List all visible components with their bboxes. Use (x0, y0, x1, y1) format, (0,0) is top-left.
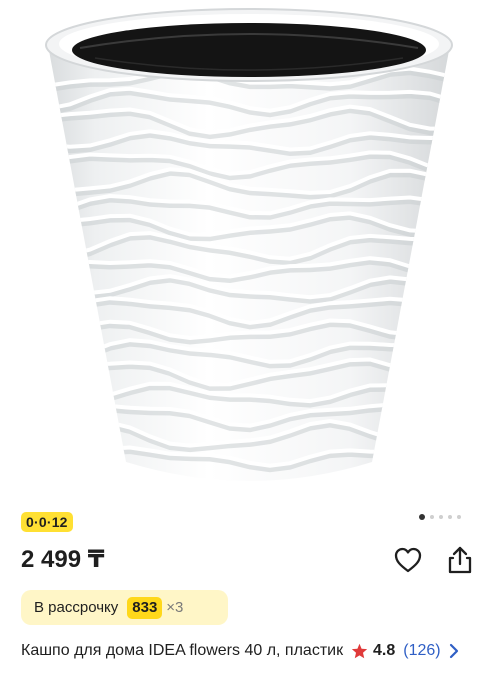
rating-score: 4.8 (373, 642, 396, 659)
chevron-right-icon[interactable] (449, 643, 459, 659)
share-icon (448, 546, 472, 574)
image-carousel-dots[interactable] (419, 514, 461, 520)
heart-icon (394, 547, 422, 573)
favorite-button[interactable] (393, 545, 423, 575)
carousel-dot[interactable] (430, 515, 434, 519)
installment-times: ×3 (166, 599, 184, 616)
review-count[interactable]: (126) (403, 642, 440, 660)
installment-amount: 833 (127, 596, 163, 619)
carousel-dot[interactable] (419, 514, 425, 520)
installment-label: В рассрочку (34, 599, 119, 616)
product-image[interactable] (0, 0, 498, 505)
rating-link[interactable]: 4.8 (126) (351, 639, 459, 663)
share-button[interactable] (445, 545, 475, 575)
product-card: 0·0·12 2 499 ₸ В рассрочку 833 ×3 Кашпо … (0, 0, 498, 699)
installment-offer[interactable]: В рассрочку 833 ×3 (21, 590, 228, 625)
flower-pot-image (0, 0, 498, 505)
carousel-dot[interactable] (439, 515, 443, 519)
carousel-dot[interactable] (448, 515, 452, 519)
star-icon (351, 643, 368, 659)
installment-badge: 0·0·12 (21, 512, 73, 532)
product-price: 2 499 ₸ (21, 546, 105, 573)
product-title: Кашпо для дома IDEA flowers 40 л, пласти… (21, 642, 344, 659)
carousel-dot[interactable] (457, 515, 461, 519)
